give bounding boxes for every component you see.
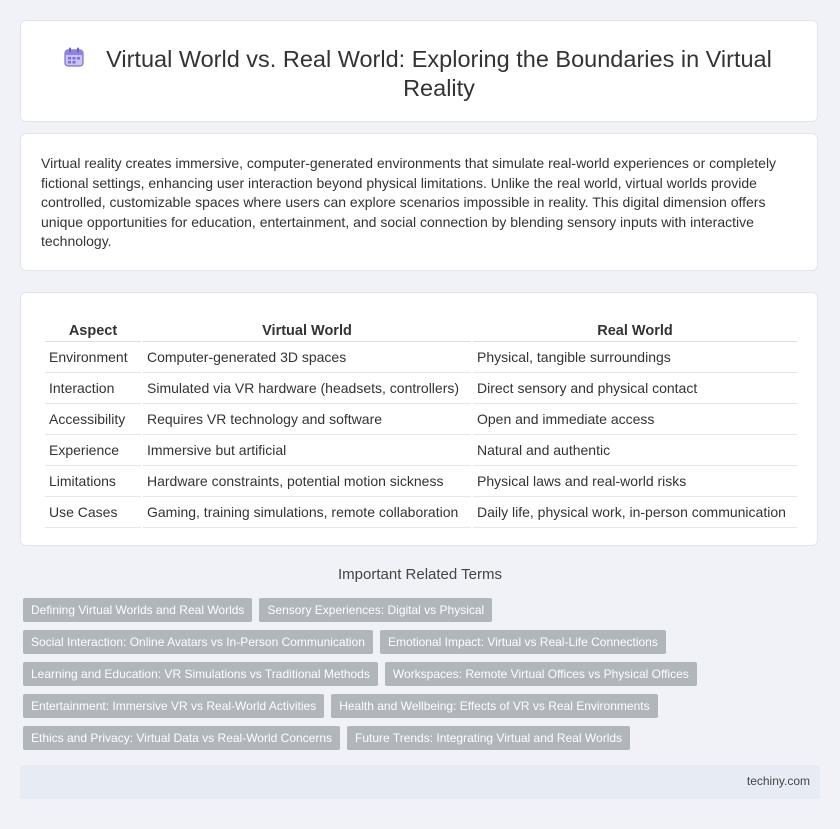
related-term-tag[interactable]: Entertainment: Immersive VR vs Real-Worl…	[23, 694, 325, 718]
term-row: Social Interaction: Online Avatars vs In…	[23, 630, 803, 654]
related-terms-list: Defining Virtual Worlds and Real Worlds …	[23, 598, 803, 758]
term-row: Defining Virtual Worlds and Real Worlds …	[23, 598, 803, 622]
cell-virtual: Hardware constraints, potential motion s…	[143, 466, 471, 497]
cell-aspect: Accessibility	[45, 404, 141, 435]
cell-virtual: Gaming, training simulations, remote col…	[143, 497, 471, 528]
intro-paragraph: Virtual reality creates immersive, compu…	[41, 155, 777, 250]
related-terms-heading: Important Related Terms	[338, 566, 502, 583]
cell-real: Daily life, physical work, in-person com…	[473, 497, 797, 528]
cell-real: Physical, tangible surroundings	[473, 342, 797, 373]
table-row: Environment Computer-generated 3D spaces…	[45, 342, 797, 373]
related-term-tag[interactable]: Defining Virtual Worlds and Real Worlds	[23, 598, 253, 622]
table-header-row: Aspect Virtual World Real World	[45, 313, 797, 342]
cell-real: Physical laws and real-world risks	[473, 466, 797, 497]
related-term-tag[interactable]: Health and Wellbeing: Effects of VR vs R…	[331, 694, 658, 718]
cell-aspect: Use Cases	[45, 497, 141, 528]
related-term-tag[interactable]: Sensory Experiences: Digital vs Physical	[259, 598, 493, 622]
table-row: Limitations Hardware constraints, potent…	[45, 466, 797, 497]
table-row: Interaction Simulated via VR hardware (h…	[45, 373, 797, 404]
header-aspect: Aspect	[45, 313, 141, 342]
cell-real: Natural and authentic	[473, 435, 797, 466]
footer-brand[interactable]: techiny.com	[747, 774, 810, 788]
related-term-tag[interactable]: Workspaces: Remote Virtual Offices vs Ph…	[384, 662, 697, 686]
comparison-table: Aspect Virtual World Real World Environm…	[43, 313, 799, 528]
comparison-table-card: Aspect Virtual World Real World Environm…	[20, 292, 818, 546]
related-term-tag[interactable]: Social Interaction: Online Avatars vs In…	[23, 630, 373, 654]
table-row: Accessibility Requires VR technology and…	[45, 404, 797, 435]
cell-aspect: Experience	[45, 435, 141, 466]
header-real-world: Real World	[473, 313, 797, 342]
table-row: Use Cases Gaming, training simulations, …	[45, 497, 797, 528]
related-term-tag[interactable]: Learning and Education: VR Simulations v…	[23, 662, 378, 686]
cell-aspect: Interaction	[45, 373, 141, 404]
related-term-tag[interactable]: Emotional Impact: Virtual vs Real-Life C…	[379, 630, 666, 654]
title-card: Virtual World vs. Real World: Exploring …	[20, 20, 818, 122]
cell-virtual: Immersive but artificial	[143, 435, 471, 466]
cell-virtual: Simulated via VR hardware (headsets, con…	[143, 373, 471, 404]
cell-aspect: Environment	[45, 342, 141, 373]
cell-aspect: Limitations	[45, 466, 141, 497]
related-term-tag[interactable]: Future Trends: Integrating Virtual and R…	[347, 726, 631, 750]
term-row: Entertainment: Immersive VR vs Real-Worl…	[23, 694, 803, 718]
footer-bar: techiny.com	[20, 765, 820, 799]
page-title: Virtual World vs. Real World: Exploring …	[106, 46, 772, 101]
term-row: Ethics and Privacy: Virtual Data vs Real…	[23, 726, 803, 750]
term-row: Learning and Education: VR Simulations v…	[23, 662, 803, 686]
cell-real: Open and immediate access	[473, 404, 797, 435]
related-term-tag[interactable]: Ethics and Privacy: Virtual Data vs Real…	[23, 726, 341, 750]
table-row: Experience Immersive but artificial Natu…	[45, 435, 797, 466]
intro-card: Virtual reality creates immersive, compu…	[20, 133, 818, 271]
cell-virtual: Requires VR technology and software	[143, 404, 471, 435]
cell-real: Direct sensory and physical contact	[473, 373, 797, 404]
cell-virtual: Computer-generated 3D spaces	[143, 342, 471, 373]
header-virtual-world: Virtual World	[143, 313, 471, 342]
